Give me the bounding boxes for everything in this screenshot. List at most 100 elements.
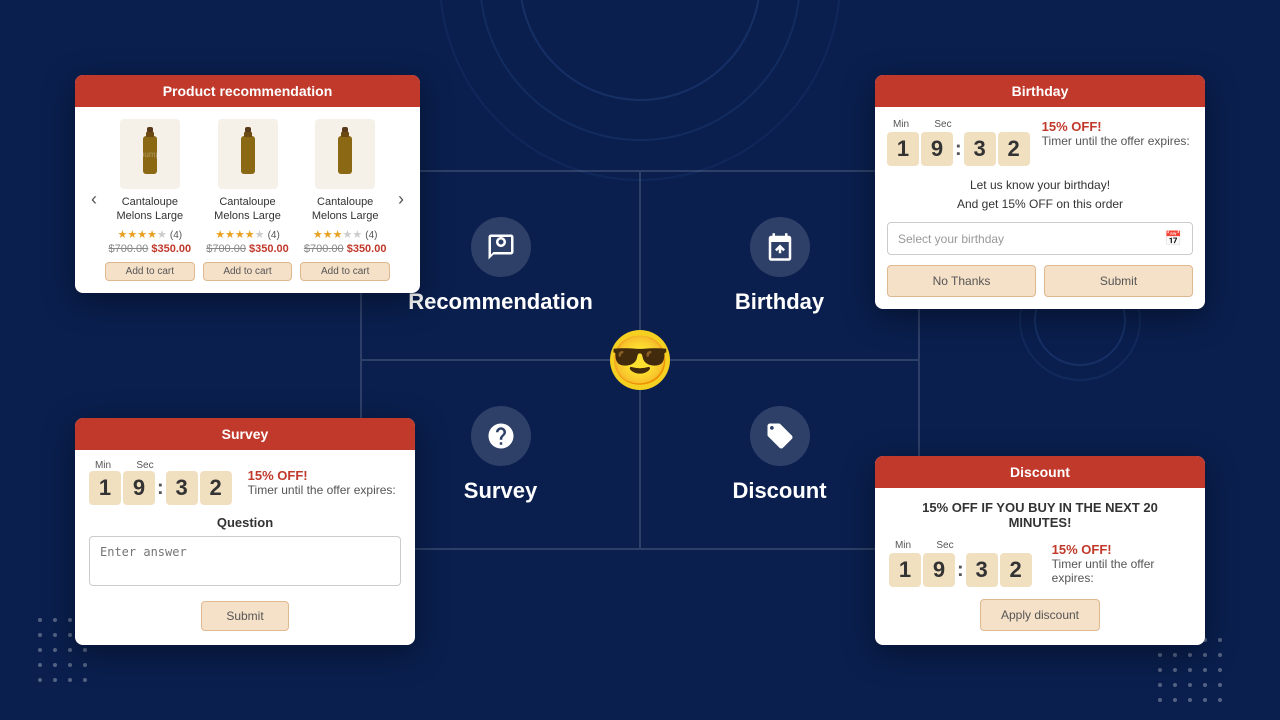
discount-digit-3: 3	[966, 553, 998, 587]
discount-digit-1: 1	[889, 553, 921, 587]
survey-offer-info: 15% OFF! Timer until the offer expires:	[248, 468, 396, 497]
birthday-date-input[interactable]: Select your birthday 📅	[887, 222, 1193, 255]
discount-digit-4: 2	[1000, 553, 1032, 587]
product-item: pump Cantaloupe Melons Large ★★★★★ (4) $…	[105, 119, 195, 281]
birthday-timer-digits: 1 9 : 3 2	[887, 132, 1030, 166]
discount-timer-section: Min Sec 1 9 : 3 2 15% OFF! Timer until t…	[889, 540, 1191, 587]
discount-separator: :	[957, 559, 964, 582]
product-name: Cantaloupe Melons Large	[105, 195, 195, 224]
discount-card-header: Discount	[875, 456, 1205, 488]
recommendation-label: Recommendation	[408, 289, 593, 315]
birthday-timer-labels: Min Sec	[887, 119, 1030, 130]
survey-digit-1: 1	[89, 471, 121, 505]
birthday-message: Let us know your birthday! And get 15% O…	[887, 176, 1193, 214]
product-price: $700.00 $350.00	[203, 243, 293, 255]
birthday-input-placeholder: Select your birthday	[898, 232, 1004, 246]
apply-discount-button[interactable]: Apply discount	[980, 599, 1100, 631]
discount-offer-info: 15% OFF! Timer until the offer expires:	[1052, 542, 1191, 585]
recommendation-card-header: Product recommendation	[75, 75, 420, 107]
discount-headline: 15% OFF IF YOU BUY IN THE NEXT 20 MINUTE…	[889, 500, 1191, 530]
discount-expire-text: Timer until the offer expires:	[1052, 557, 1191, 585]
survey-sec-label: Sec	[131, 460, 159, 471]
discount-card-body: 15% OFF IF YOU BUY IN THE NEXT 20 MINUTE…	[875, 488, 1205, 645]
product-item: Cantaloupe Melons Large ★★★★★ (4) $700.0…	[300, 119, 390, 281]
center-emoji: 😎	[610, 330, 670, 390]
survey-submit-button[interactable]: Submit	[201, 601, 288, 631]
survey-label: Survey	[464, 478, 537, 504]
birthday-card-header: Birthday	[875, 75, 1205, 107]
survey-min-label: Min	[89, 460, 117, 471]
survey-card-body: Min Sec 1 9 : 3 2 15% OFF! Timer until t…	[75, 450, 415, 645]
birthday-icon	[750, 217, 810, 277]
product-stars: ★★★★★ (4)	[300, 228, 390, 241]
min-label: Min	[887, 119, 915, 130]
recommendation-card-body: ‹ pump Cantaloupe Melons Large ★★	[75, 107, 420, 293]
product-item: Cantaloupe Melons Large ★★★★★ (4) $700.0…	[203, 119, 293, 281]
next-product-button[interactable]: ›	[394, 185, 408, 214]
discount-sec-label: Sec	[931, 540, 959, 551]
survey-card-header: Survey	[75, 418, 415, 450]
products-list: pump Cantaloupe Melons Large ★★★★★ (4) $…	[105, 119, 390, 281]
survey-card: Survey Min Sec 1 9 : 3 2 15% OFF! T	[75, 418, 415, 645]
product-price: $700.00 $350.00	[300, 243, 390, 255]
survey-timer-labels: Min Sec	[89, 460, 232, 471]
add-to-cart-button-2[interactable]: Add to cart	[203, 262, 293, 281]
survey-digit-4: 2	[200, 471, 232, 505]
survey-card-title: Survey	[222, 426, 269, 442]
product-name: Cantaloupe Melons Large	[300, 195, 390, 224]
birthday-off-text: 15% OFF!	[1042, 119, 1193, 134]
discount-timer-digits: 1 9 : 3 2	[889, 553, 1032, 587]
discount-label: Discount	[732, 478, 826, 504]
birthday-offer-info: 15% OFF! Timer until the offer expires:	[1042, 119, 1193, 148]
discount-digit-2: 9	[923, 553, 955, 587]
discount-card-title: Discount	[1010, 464, 1070, 480]
survey-timer-digits: 1 9 : 3 2	[89, 471, 232, 505]
survey-off-text: 15% OFF!	[248, 468, 396, 483]
product-name: Cantaloupe Melons Large	[203, 195, 293, 224]
birthday-buttons: No Thanks Submit	[887, 265, 1193, 297]
survey-digit-3: 3	[166, 471, 198, 505]
calendar-icon: 📅	[1165, 230, 1182, 247]
prev-product-button[interactable]: ‹	[87, 185, 101, 214]
birthday-message-line1: Let us know your birthday!	[970, 178, 1110, 192]
birthday-submit-button[interactable]: Submit	[1044, 265, 1193, 297]
recommendation-card-title: Product recommendation	[163, 83, 333, 99]
timer-digit-1: 1	[887, 132, 919, 166]
birthday-expire-text: Timer until the offer expires:	[1042, 134, 1193, 148]
survey-timer-section: Min Sec 1 9 : 3 2 15% OFF! Timer until t…	[89, 460, 401, 505]
birthday-timer-group: Min Sec 1 9 : 3 2	[887, 119, 1030, 166]
discount-icon	[750, 406, 810, 466]
add-to-cart-button-1[interactable]: Add to cart	[105, 262, 195, 281]
timer-separator: :	[955, 138, 962, 161]
discount-min-label: Min	[889, 540, 917, 551]
birthday-card: Birthday Min Sec 1 9 : 3 2 15% OFF!	[875, 75, 1205, 309]
birthday-label: Birthday	[735, 289, 824, 315]
recommendation-card: Product recommendation ‹ pump	[75, 75, 420, 293]
discount-timer-group: Min Sec 1 9 : 3 2	[889, 540, 1032, 587]
recommendation-icon	[471, 217, 531, 277]
birthday-card-body: Min Sec 1 9 : 3 2 15% OFF! Timer until t…	[875, 107, 1205, 309]
product-stars: ★★★★★ (4)	[105, 228, 195, 241]
birthday-card-title: Birthday	[1012, 83, 1069, 99]
product-image	[315, 119, 375, 189]
survey-separator: :	[157, 477, 164, 500]
survey-icon	[471, 406, 531, 466]
birthday-timer-section: Min Sec 1 9 : 3 2 15% OFF! Timer until t…	[887, 119, 1193, 166]
survey-expire-text: Timer until the offer expires:	[248, 483, 396, 497]
timer-digit-3: 3	[964, 132, 996, 166]
discount-card: Discount 15% OFF IF YOU BUY IN THE NEXT …	[875, 456, 1205, 645]
birthday-message-line2: And get 15% OFF on this order	[957, 197, 1123, 211]
svg-text:pump: pump	[140, 150, 161, 159]
products-row: ‹ pump Cantaloupe Melons Large ★★	[87, 119, 408, 281]
discount-timer-labels: Min Sec	[889, 540, 1032, 551]
sec-label: Sec	[929, 119, 957, 130]
timer-digit-4: 2	[998, 132, 1030, 166]
product-stars: ★★★★★ (4)	[203, 228, 293, 241]
survey-timer-group: Min Sec 1 9 : 3 2	[89, 460, 232, 505]
survey-question-label: Question	[89, 515, 401, 530]
discount-off-text: 15% OFF!	[1052, 542, 1191, 557]
no-thanks-button[interactable]: No Thanks	[887, 265, 1036, 297]
product-image	[218, 119, 278, 189]
survey-answer-input[interactable]	[89, 536, 401, 586]
add-to-cart-button-3[interactable]: Add to cart	[300, 262, 390, 281]
